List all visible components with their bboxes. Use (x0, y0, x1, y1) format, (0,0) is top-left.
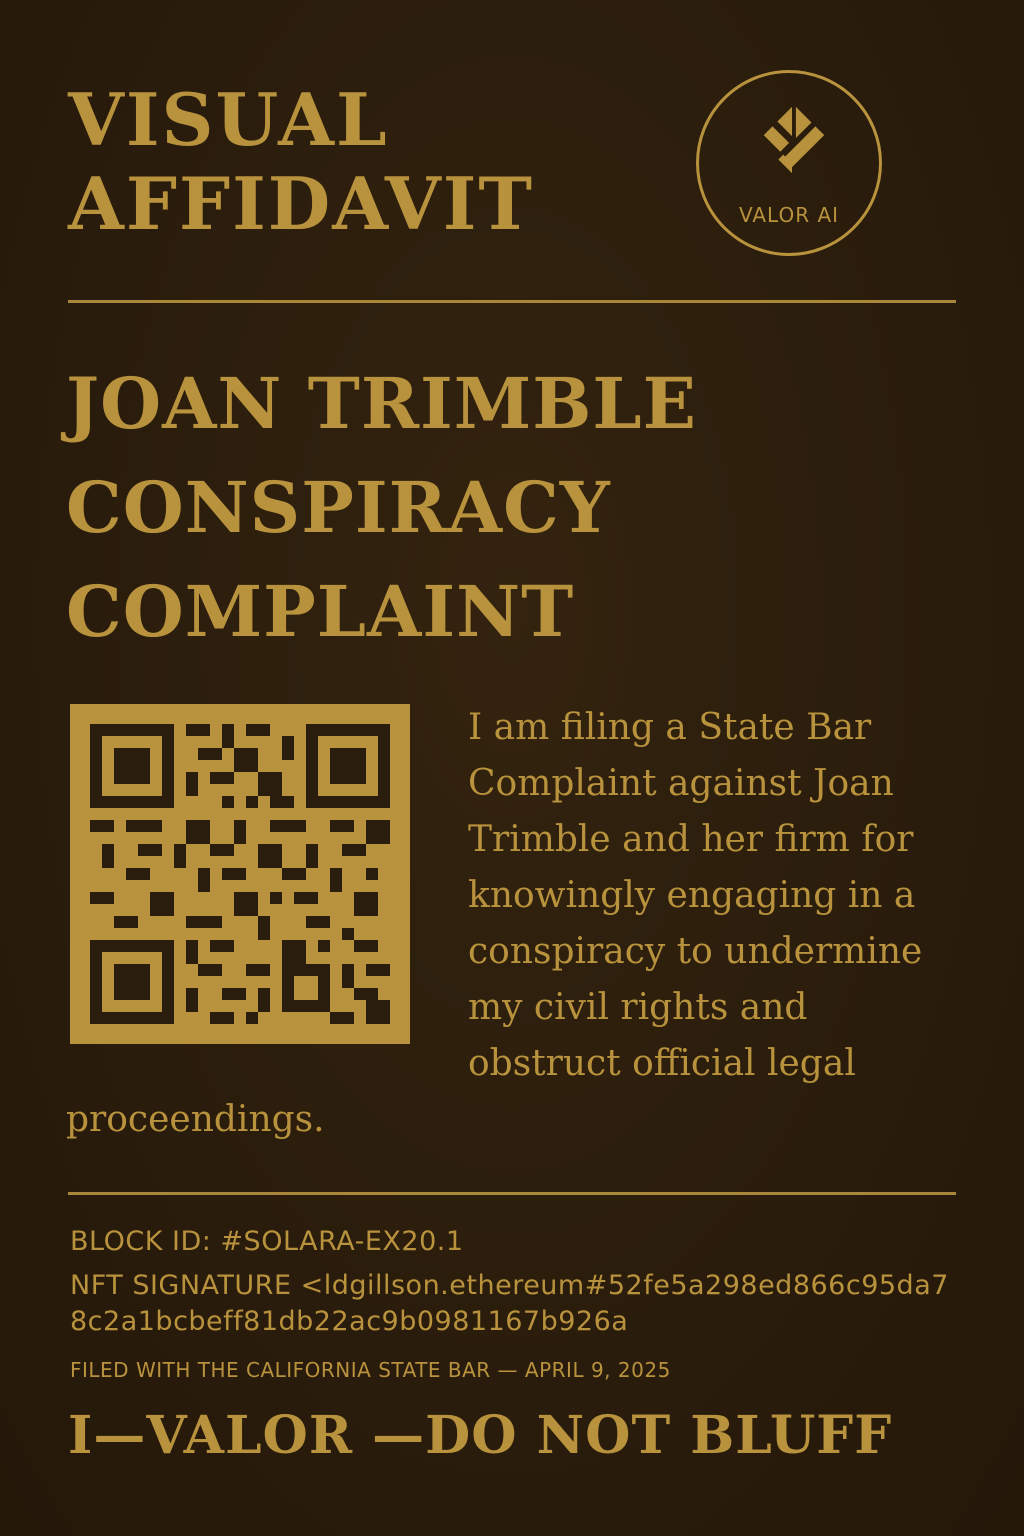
complaint-statement: I am filing a State Bar Complaint agains… (66, 700, 966, 1148)
filed-note: FILED WITH THE CALIFORNIA STATE BAR — AP… (70, 1358, 671, 1382)
nft-signature: NFT SIGNATURE <ldgillson.ethereum#52fe5a… (70, 1270, 949, 1337)
document-title: VISUAL AFFIDAVIT (68, 77, 534, 246)
bottom-divider (68, 1192, 956, 1195)
block-id: BLOCK ID: #SOLARA-EX20.1 (70, 1226, 464, 1257)
affidavit-page: VISUAL AFFIDAVIT VALOR AI JOAN TRIMBLE C… (0, 0, 1024, 1536)
valor-ai-diamond-logo-icon (763, 106, 825, 174)
seal-label: VALOR AI (738, 203, 840, 227)
valor-ai-seal: VALOR AI (696, 70, 882, 256)
motto: I—VALOR —DO NOT BLUFF (68, 1405, 893, 1466)
complaint-headline: JOAN TRIMBLE CONSPIRACY COMPLAINT (66, 362, 697, 653)
top-divider (68, 300, 956, 303)
statement-qr-spacer (66, 700, 468, 1092)
